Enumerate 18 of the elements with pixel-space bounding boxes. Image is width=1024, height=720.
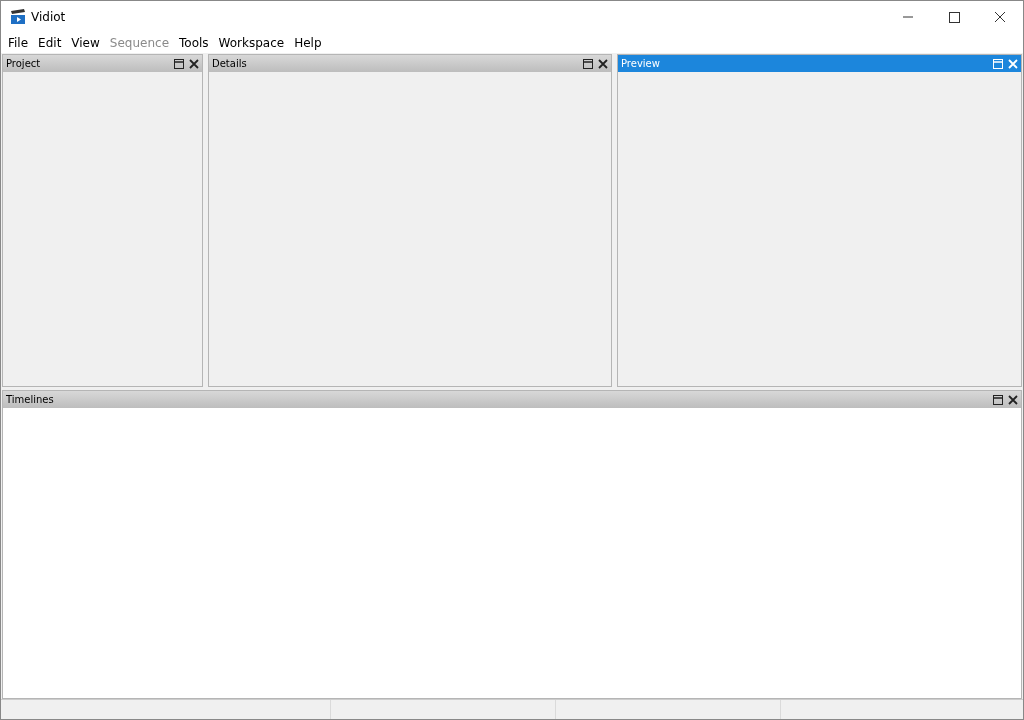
- maximize-icon[interactable]: [993, 394, 1003, 405]
- menu-item[interactable]: Help: [289, 36, 327, 50]
- pane-title: Project: [6, 58, 42, 69]
- menu-item[interactable]: Edit: [33, 36, 67, 50]
- maximize-icon[interactable]: [583, 58, 593, 69]
- menu-item[interactable]: File: [3, 36, 34, 50]
- clapperboard-icon: [10, 9, 26, 25]
- close-icon[interactable]: [189, 58, 199, 69]
- maximize-icon[interactable]: [174, 58, 184, 69]
- pane-title: Preview: [621, 58, 661, 69]
- close-icon[interactable]: [598, 58, 608, 69]
- pane-title: Details: [212, 58, 248, 69]
- window-title: Vidiot: [31, 10, 66, 24]
- menu-item[interactable]: Workspace: [213, 36, 290, 50]
- pane-title: Timelines: [6, 394, 55, 405]
- menu-item[interactable]: View: [66, 36, 105, 50]
- menu-item[interactable]: Tools: [174, 36, 214, 50]
- close-icon[interactable]: [1008, 394, 1018, 405]
